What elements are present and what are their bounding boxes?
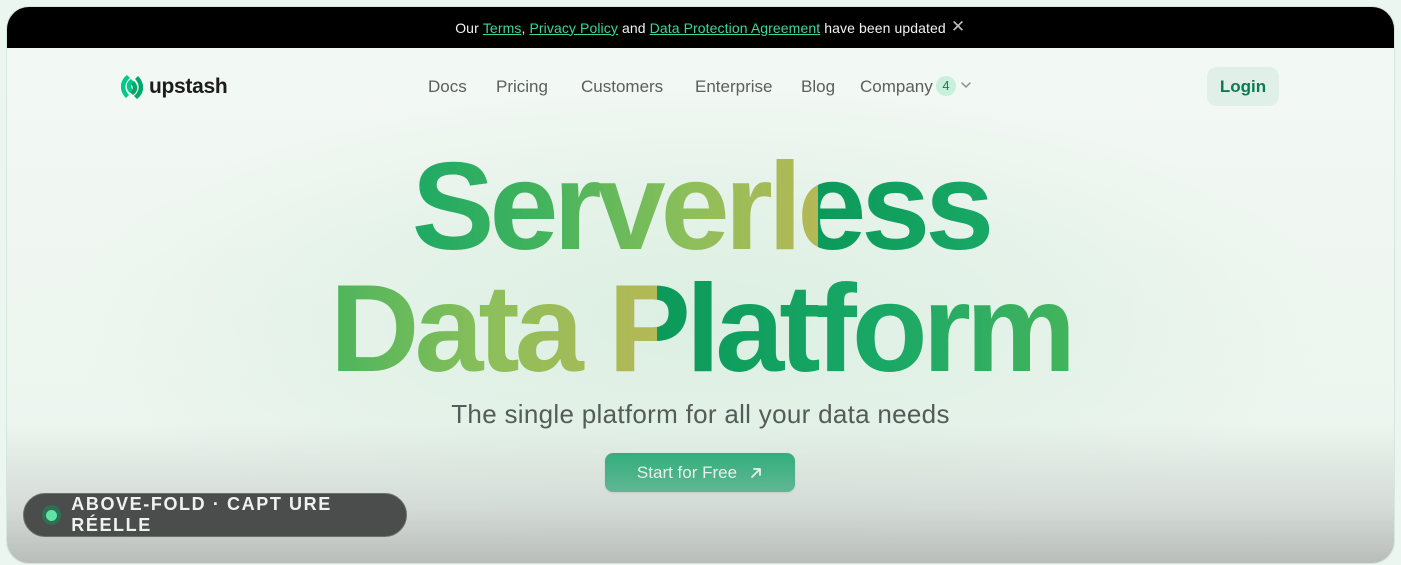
announcement-and: and xyxy=(617,19,650,36)
close-icon[interactable]: ✕ xyxy=(949,18,967,36)
nav-blog[interactable]: Blog xyxy=(801,75,835,99)
cta-label: Start for Free xyxy=(636,462,738,482)
data-protection-agreement-link[interactable]: Data Protection Agreement xyxy=(650,20,821,36)
privacy-policy-link[interactable]: Privacy Policy xyxy=(529,20,618,36)
hero-title-line-2: Data Platform xyxy=(7,267,1394,391)
hero-title-line-1: Serverless xyxy=(7,145,1394,269)
browser-frame: Our Terms , Privacy Policy and Data Prot… xyxy=(7,7,1394,563)
login-button[interactable]: Login xyxy=(1207,67,1279,106)
upstash-logo[interactable]: upstash xyxy=(121,71,228,103)
hero-title-text-2: Data Platform xyxy=(329,260,1076,398)
nav-docs[interactable]: Docs xyxy=(428,75,467,99)
announcement-suffix: have been updated xyxy=(820,19,946,36)
announcement-bar: Our Terms , Privacy Policy and Data Prot… xyxy=(7,7,1394,48)
nav-enterprise[interactable]: Enterprise xyxy=(695,75,772,99)
start-for-free-button[interactable]: Start for Free xyxy=(605,453,795,492)
nav-pricing[interactable]: Pricing xyxy=(496,75,548,99)
capture-badge: ABOVE-FOLD · CAPT URE RÉELLE xyxy=(23,493,407,537)
nav-customers[interactable]: Customers xyxy=(581,75,663,99)
hero-tagline: The single platform for all your data ne… xyxy=(451,399,950,429)
upstash-logo-icon xyxy=(121,75,143,99)
company-count-badge: 4 xyxy=(936,76,956,96)
capture-badge-text: ABOVE-FOLD · CAPT URE RÉELLE xyxy=(71,494,332,535)
announcement-comma: , xyxy=(521,19,530,36)
chevron-down-icon[interactable] xyxy=(959,77,973,93)
status-dot-icon xyxy=(42,505,62,525)
nav-company[interactable]: Company xyxy=(860,75,933,99)
brand-name: upstash xyxy=(149,75,228,98)
arrow-up-right-icon xyxy=(751,467,761,478)
terms-link[interactable]: Terms xyxy=(483,20,522,36)
announcement-prefix: Our xyxy=(455,19,483,36)
hero-title-text-1: Serverless xyxy=(411,138,994,276)
